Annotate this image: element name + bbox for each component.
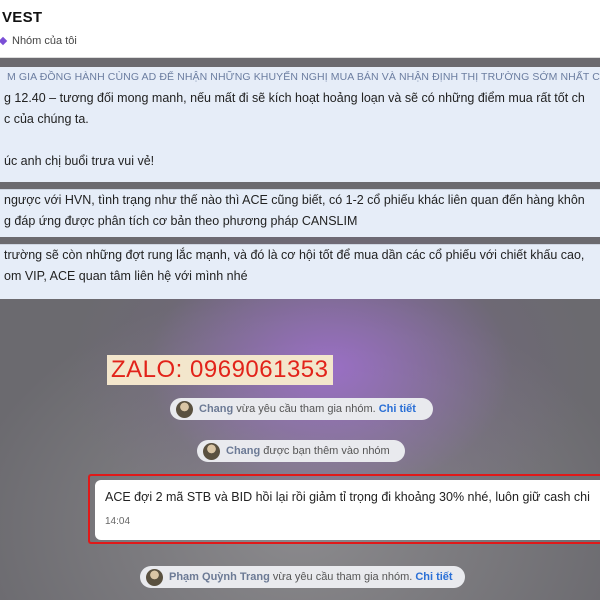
notice-text: vừa yêu cầu tham gia nhóm.	[272, 571, 413, 583]
message-line: c của chúng ta.	[4, 112, 89, 126]
notice-text: được bạn thêm vào nhóm	[263, 445, 390, 457]
group-subtitle[interactable]: Nhóm của tôi	[0, 35, 77, 47]
message-time: 14:04	[105, 516, 131, 527]
message-line: g 12.40 – tương đối mong manh, nếu mất đ…	[4, 91, 585, 105]
zalo-contact-overlay: ZALO: 0969061353	[107, 355, 333, 385]
group-icon	[0, 36, 8, 46]
system-notice: Chang được bạn thêm vào nhóm	[197, 440, 405, 462]
message-line: om VIP, ACE quan tâm liên hệ với mình nh…	[4, 269, 248, 283]
avatar[interactable]	[146, 568, 163, 586]
message-bubble[interactable]: ngược với HVN, tình trạng như thế nào th…	[0, 189, 600, 237]
notice-user-name[interactable]: Chang	[226, 440, 260, 462]
group-title[interactable]: VEST	[2, 9, 42, 26]
avatar[interactable]	[203, 442, 220, 460]
chat-header: VEST Nhóm của tôi	[0, 0, 600, 58]
message-line: trường sẽ còn những đợt rung lắc mạnh, v…	[4, 248, 585, 262]
message-text: ACE đợi 2 mã STB và BID hồi lại rồi giảm…	[105, 490, 590, 504]
highlighted-message[interactable]: ACE đợi 2 mã STB và BID hồi lại rồi giảm…	[95, 480, 600, 540]
details-link[interactable]: Chi tiết	[415, 566, 452, 588]
details-link[interactable]: Chi tiết	[379, 398, 416, 420]
notice-text: vừa yêu cầu tham gia nhóm.	[236, 403, 376, 415]
message-line: ngược với HVN, tình trạng như thế nào th…	[4, 193, 585, 207]
message-line: g đáp ứng được phân tích cơ bản theo phư…	[4, 214, 358, 228]
message-line: úc anh chị buổi trưa vui vẻ!	[4, 154, 155, 168]
pinned-caption: M GIA ĐỒNG HÀNH CÙNG AD ĐỂ NHẬN NHỮNG KH…	[7, 71, 600, 83]
notice-user-name[interactable]: Phạm Quỳnh Trang	[169, 566, 270, 588]
message-bubble[interactable]: trường sẽ còn những đợt rung lắc mạnh, v…	[0, 244, 600, 299]
system-notice: Chang vừa yêu cầu tham gia nhóm. Chi tiế…	[170, 398, 433, 420]
avatar[interactable]	[176, 400, 193, 418]
message-bubble[interactable]: M GIA ĐỒNG HÀNH CÙNG AD ĐỂ NHẬN NHỮNG KH…	[0, 67, 600, 182]
notice-user-name[interactable]: Chang	[199, 398, 233, 420]
message-line	[0, 130, 600, 151]
group-subtitle-label: Nhóm của tôi	[12, 35, 77, 47]
system-notice: Phạm Quỳnh Trang vừa yêu cầu tham gia nh…	[140, 566, 465, 588]
